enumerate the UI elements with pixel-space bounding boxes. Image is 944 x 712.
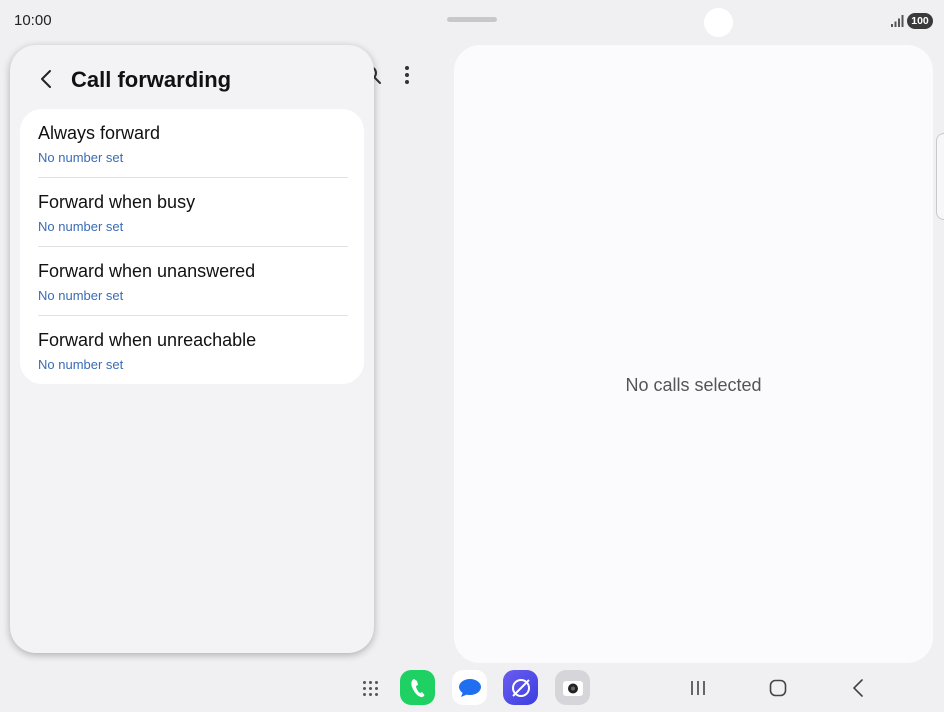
list-item-forward-when-unreachable[interactable]: Forward when unreachable No number set — [20, 316, 364, 384]
messages-app-icon[interactable] — [452, 670, 487, 705]
back-icon — [853, 679, 863, 697]
page-title: Call forwarding — [71, 67, 232, 92]
signal-icon — [891, 15, 904, 27]
item-subtitle: No number set — [38, 219, 124, 234]
item-label: Always forward — [38, 123, 161, 143]
camera-cutout — [704, 8, 733, 37]
list-item-forward-when-unanswered[interactable]: Forward when unanswered No number set — [20, 247, 364, 316]
internet-app-icon[interactable] — [503, 670, 538, 705]
recents-icon — [691, 681, 705, 695]
item-label: Forward when busy — [38, 192, 196, 212]
forwarding-options-list: Always forward No number set Forward whe… — [20, 109, 364, 384]
item-subtitle: No number set — [38, 357, 124, 372]
home-button[interactable] — [764, 675, 792, 701]
taskbar — [0, 663, 944, 712]
item-label: Forward when unreachable — [38, 330, 257, 350]
camera-app-icon[interactable] — [555, 670, 590, 705]
empty-state-text: No calls selected — [625, 375, 762, 395]
item-subtitle: No number set — [38, 150, 124, 165]
back-button[interactable] — [32, 65, 60, 93]
home-icon — [769, 679, 787, 697]
more-options-icon[interactable] — [398, 64, 416, 86]
apps-grid-icon[interactable] — [361, 679, 381, 699]
item-subtitle: No number set — [38, 288, 124, 303]
list-item-forward-when-busy[interactable]: Forward when busy No number set — [20, 178, 364, 247]
phone-app-icon[interactable] — [400, 670, 435, 705]
status-time: 10:00 — [14, 12, 52, 29]
popup-header: Call forwarding — [10, 45, 374, 109]
call-detail-pane: No calls selected — [454, 45, 933, 663]
recents-button[interactable] — [684, 675, 712, 701]
edge-panel-handle[interactable] — [936, 133, 944, 220]
window-handle[interactable] — [447, 17, 497, 22]
item-label: Forward when unanswered — [38, 261, 256, 281]
battery-indicator: 100 — [907, 13, 933, 29]
status-bar: 10:00 100 — [0, 0, 944, 44]
back-nav-button[interactable] — [844, 675, 872, 701]
call-forwarding-popup: Call forwarding Always forward No number… — [10, 45, 374, 653]
back-arrow-icon — [41, 70, 51, 88]
list-item-always-forward[interactable]: Always forward No number set — [20, 109, 364, 178]
